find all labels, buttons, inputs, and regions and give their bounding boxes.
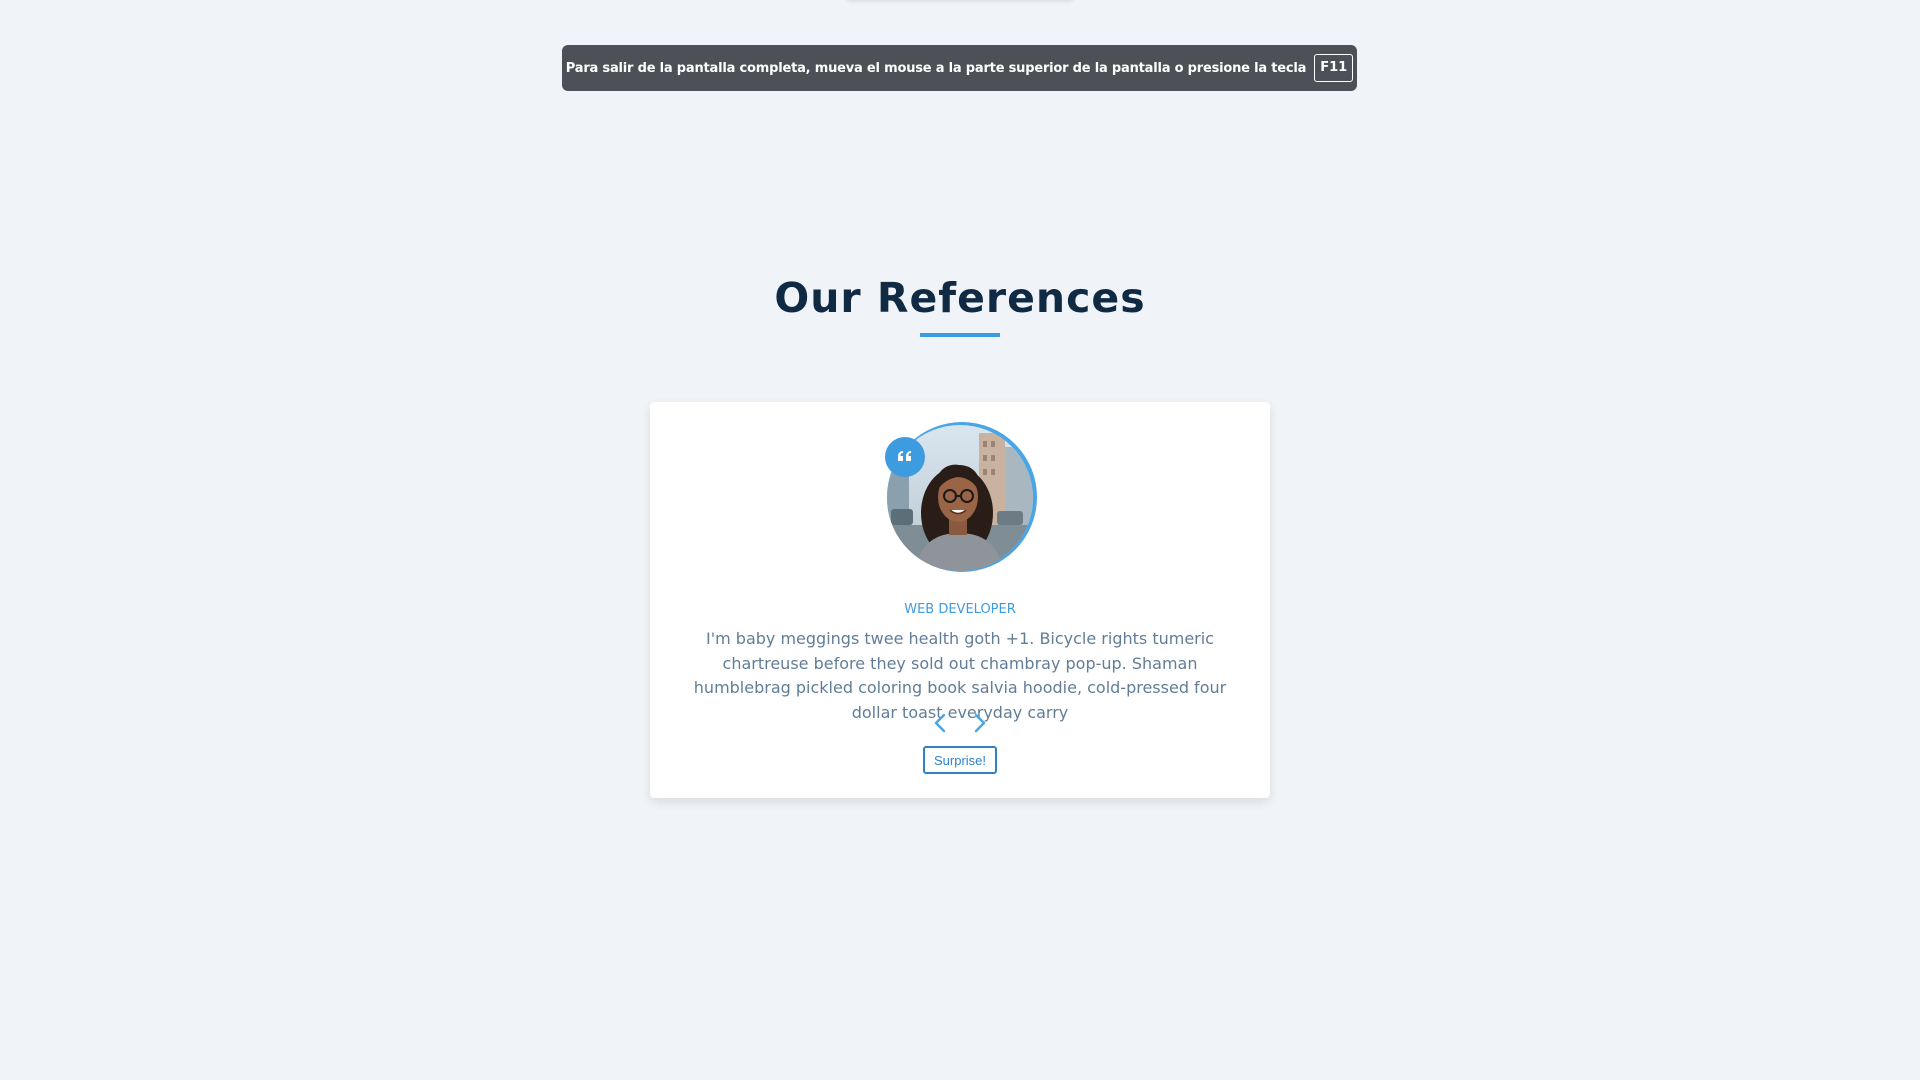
review-text: I'm baby meggings twee health goth +1. B… (693, 629, 1227, 722)
title-underline (920, 333, 1000, 337)
quote-icon (885, 437, 925, 477)
fullscreen-key-hint: F11 (1314, 54, 1354, 82)
job-title: WEB DEVELOPER (904, 602, 1016, 617)
chevron-right-icon (974, 713, 986, 733)
fullscreen-message: Para salir de la pantalla completa, muev… (565, 60, 1307, 76)
prev-button[interactable] (930, 712, 950, 734)
surprise-button[interactable]: Surprise! (923, 746, 997, 774)
review-card: WEB DEVELOPER I'm baby meggings twee hea… (650, 402, 1270, 798)
next-button[interactable] (970, 712, 990, 734)
fullscreen-exit-banner: Para salir de la pantalla completa, muev… (562, 45, 1357, 91)
section-title: Our References (774, 274, 1146, 322)
chevron-left-icon (934, 713, 946, 733)
